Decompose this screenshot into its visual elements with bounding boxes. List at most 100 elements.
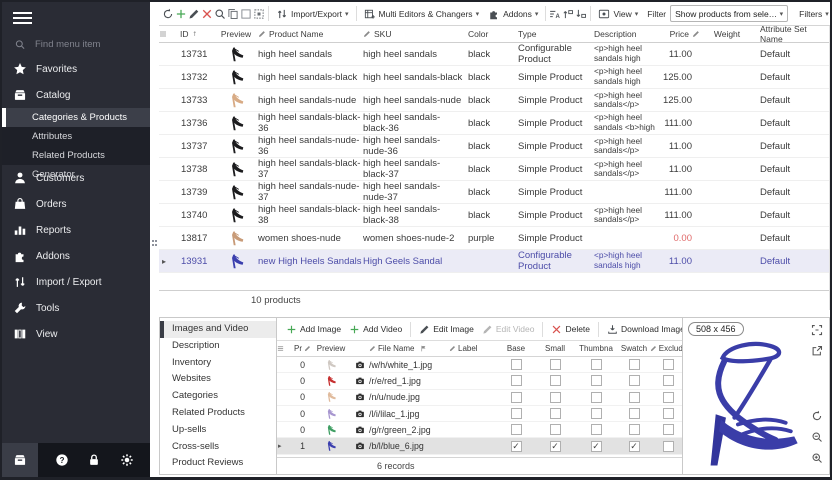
swatch-checkbox[interactable] [629, 424, 640, 435]
small-checkbox[interactable] [550, 408, 561, 419]
column-header-id[interactable]: ID [174, 29, 214, 39]
filters-dropdown[interactable]: Filters ▾ [797, 4, 830, 23]
help-button[interactable] [53, 451, 71, 469]
sidebar-item-import-export[interactable]: Import / Export [2, 269, 150, 295]
image-row[interactable]: 0 /g/r/green_2.jpg [277, 422, 682, 438]
product-row[interactable]: 13731 high heel sandals high heel sandal… [159, 43, 829, 66]
product-row[interactable]: 13732 high heel sandals-black high heel … [159, 66, 829, 89]
image-row[interactable]: ▸ 1 /b/l/blue_6.jpg [277, 438, 682, 454]
collapse-button[interactable] [575, 5, 587, 23]
thumbnail-checkbox[interactable] [591, 392, 602, 403]
refresh-button[interactable] [162, 5, 174, 23]
zoom-in-button[interactable] [809, 450, 825, 466]
column-chooser-button[interactable] [277, 345, 287, 352]
store-button[interactable] [2, 443, 38, 477]
column-header-file-name[interactable]: File Name [369, 344, 449, 353]
tab-related-products[interactable]: Related Products [160, 405, 276, 422]
edit-product-button[interactable] [188, 5, 200, 23]
thumbnail-checkbox[interactable] [591, 359, 602, 370]
small-checkbox[interactable] [550, 424, 561, 435]
column-header-label[interactable]: Label [449, 344, 497, 353]
column-header-preview[interactable]: Preview [311, 344, 351, 353]
addons-dropdown[interactable]: Addons▾ [484, 4, 542, 23]
exclude-checkbox[interactable] [663, 375, 674, 386]
thumbnail-checkbox[interactable] [591, 441, 602, 452]
exclude-checkbox[interactable] [663, 441, 674, 452]
tab-images-and-video[interactable]: Images and Video [160, 321, 276, 338]
sidebar-item-view[interactable]: View [2, 321, 150, 347]
product-row[interactable]: 13736 high heel sandals-black-36 high he… [159, 112, 829, 135]
product-row[interactable]: ▸ 13931 new High Heels Sandals High Geel… [159, 250, 829, 273]
tab-inventory[interactable]: Inventory [160, 355, 276, 372]
thumbnail-checkbox[interactable] [591, 375, 602, 386]
image-row[interactable]: 0 /n/u/nude.jpg [277, 390, 682, 406]
column-header-swatch[interactable]: Swatch [617, 344, 651, 353]
tab-categories[interactable]: Categories [160, 388, 276, 405]
select-button[interactable] [240, 5, 252, 23]
column-header-type[interactable]: Type [518, 29, 594, 39]
image-row[interactable]: 0 /w/h/white_1.jpg [277, 357, 682, 373]
base-checkbox[interactable] [511, 359, 522, 370]
small-checkbox[interactable] [550, 359, 561, 370]
fit-image-button[interactable] [809, 322, 825, 338]
swatch-checkbox[interactable] [629, 408, 640, 419]
sidebar-item-reports[interactable]: Reports [2, 217, 150, 243]
multi-editors-dropdown[interactable]: Multi Editors & Changers▾ [360, 4, 484, 23]
thumbnail-checkbox[interactable] [591, 408, 602, 419]
base-checkbox[interactable] [511, 392, 522, 403]
product-row[interactable]: 13737 high heel sandals-nude-36 high hee… [159, 135, 829, 158]
exclude-checkbox[interactable] [663, 392, 674, 403]
menu-toggle-button[interactable] [13, 12, 32, 26]
column-header-sku[interactable]: SKU [363, 29, 463, 39]
tab-description[interactable]: Description [160, 338, 276, 355]
open-external-button[interactable] [809, 343, 825, 359]
filter-select[interactable]: Show products from selected categories ▾ [670, 5, 788, 22]
delete-product-button[interactable] [201, 5, 213, 23]
product-row[interactable]: 13817 women shoes-nude women shoes-nude-… [159, 227, 829, 250]
column-header-thumbnail[interactable]: Thumbna [575, 344, 617, 353]
add-video-button[interactable]: Add Video [347, 320, 404, 339]
rotate-image-button[interactable] [809, 408, 825, 424]
column-chooser-button[interactable] [159, 30, 174, 38]
product-row[interactable]: 13740 high heel sandals-black-38 high he… [159, 204, 829, 227]
exclude-checkbox[interactable] [663, 359, 674, 370]
download-image-button[interactable]: Download Image [605, 320, 682, 339]
swatch-checkbox[interactable] [629, 375, 640, 386]
image-row[interactable]: 0 /l/i/lilac_1.jpg [277, 406, 682, 422]
copy-button[interactable] [227, 5, 239, 23]
column-header-price[interactable]: Price [662, 29, 704, 39]
delete-image-button[interactable]: Delete [549, 320, 592, 339]
swatch-checkbox[interactable] [629, 441, 640, 452]
base-checkbox[interactable] [511, 375, 522, 386]
sidebar-item-categories-products[interactable]: Categories & Products [2, 108, 150, 127]
column-header-weight[interactable]: Weight [704, 29, 750, 39]
tab-product-reviews[interactable]: Product Reviews [160, 455, 276, 472]
add-product-button[interactable] [175, 5, 187, 23]
column-header-attribute-set[interactable]: Attribute Set Name [750, 24, 829, 44]
sidebar-item-favorites[interactable]: Favorites [2, 56, 150, 82]
sort-button[interactable] [549, 5, 561, 23]
column-header-preview[interactable]: Preview [214, 29, 258, 39]
base-checkbox[interactable] [511, 441, 522, 452]
column-header-base[interactable]: Base [497, 344, 535, 353]
expand-button[interactable] [562, 5, 574, 23]
base-checkbox[interactable] [511, 424, 522, 435]
lock-button[interactable] [85, 451, 103, 469]
exclude-checkbox[interactable] [663, 424, 674, 435]
sidebar-item-related-products-generator[interactable]: Related Products Generator [2, 146, 150, 165]
small-checkbox[interactable] [550, 392, 561, 403]
sidebar-item-tools[interactable]: Tools [2, 295, 150, 321]
sidebar-item-addons[interactable]: Addons [2, 243, 150, 269]
column-header-color[interactable]: Color [463, 29, 518, 39]
add-image-button[interactable]: Add Image [284, 320, 343, 339]
tab-websites[interactable]: Websites [160, 371, 276, 388]
settings-button[interactable] [118, 451, 136, 469]
product-row[interactable]: 13739 high heel sandals-nude-37 high hee… [159, 181, 829, 204]
import-export-dropdown[interactable]: Import/Export▾ [272, 4, 353, 23]
exclude-checkbox[interactable] [663, 408, 674, 419]
product-row[interactable]: 13738 high heel sandals-black-37 high he… [159, 158, 829, 181]
sidebar-item-attributes[interactable]: Attributes [2, 127, 150, 146]
sidebar-item-customers[interactable]: Customers [2, 165, 150, 191]
sidebar-item-catalog[interactable]: Catalog [2, 82, 150, 108]
small-checkbox[interactable] [550, 441, 561, 452]
